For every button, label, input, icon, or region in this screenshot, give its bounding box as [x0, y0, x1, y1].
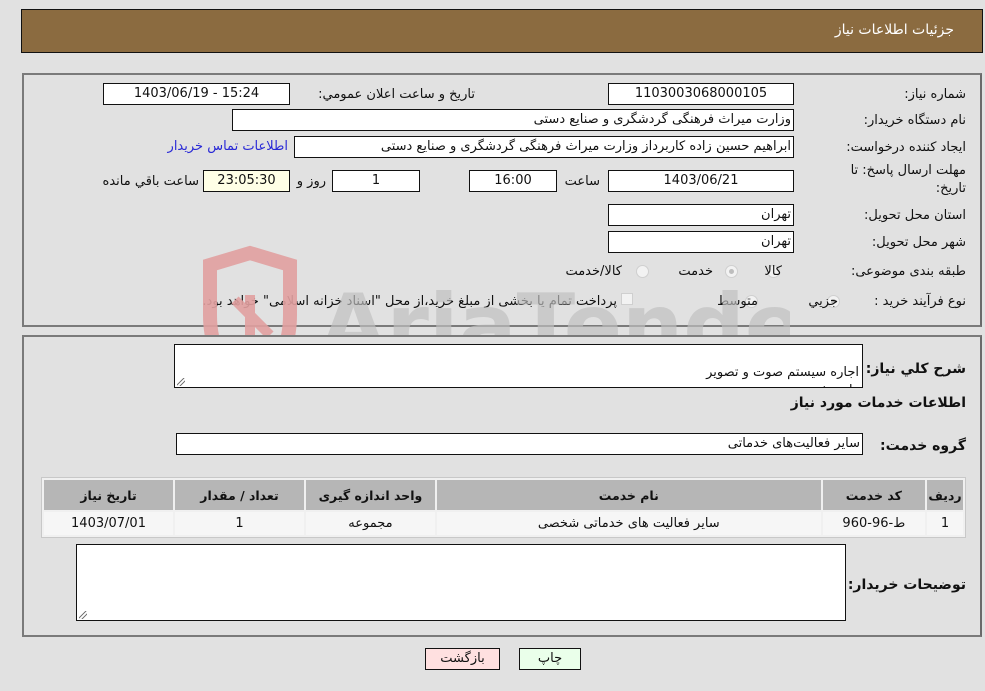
- treasury-note: پرداخت تمام یا بخشی از مبلغ خرید،از محل …: [202, 294, 617, 309]
- table-header-row: ردیف کد خدمت نام خدمت واحد اندازه گیری ت…: [44, 480, 963, 510]
- category-radio-service[interactable]: [725, 265, 738, 278]
- service-group-field: سایر فعالیت‌های خدماتی: [176, 433, 863, 455]
- buyer-org-field: وزارت میراث فرهنگی گردشگری و صنایع دستی: [232, 109, 794, 131]
- need-number-label: شماره نیاز:: [904, 87, 966, 102]
- deadline-time-field: 16:00: [469, 170, 557, 192]
- description-text: اجاره سیستم صوت و تصویر طبق شرح پیوست: [706, 365, 859, 387]
- days-label: روز و: [296, 174, 326, 189]
- time-remaining-label: ساعت باقي مانده: [102, 174, 199, 189]
- description-textarea[interactable]: اجاره سیستم صوت و تصویر طبق شرح پیوست: [174, 344, 863, 388]
- deadline-time-label: ساعت: [564, 174, 600, 189]
- province-field: تهران: [608, 204, 794, 226]
- cell-unit: مجموعه: [305, 512, 435, 535]
- treasury-checkbox[interactable]: [621, 293, 633, 305]
- services-table: ردیف کد خدمت نام خدمت واحد اندازه گیری ت…: [41, 477, 966, 538]
- col-quantity: تعداد / مقدار: [175, 480, 304, 510]
- category-option-service: خدمت: [678, 264, 713, 279]
- buyer-notes-textarea[interactable]: [76, 544, 846, 621]
- purchase-type-label: نوع فرآیند خرید :: [874, 294, 966, 309]
- province-label: استان محل تحویل:: [864, 208, 966, 223]
- category-option-goods-service: کالا/خدمت: [565, 264, 622, 279]
- cell-service-code: ط-96-960: [822, 512, 925, 535]
- cell-row-number: 1: [926, 512, 963, 535]
- category-radio-goods-service[interactable]: [636, 265, 649, 278]
- col-unit: واحد اندازه گیری: [305, 480, 435, 510]
- purchase-option-minor: جزيي: [808, 294, 838, 309]
- days-remaining-field: 1: [332, 170, 420, 192]
- back-button[interactable]: بازگشت: [425, 648, 500, 670]
- col-row-number: ردیف: [926, 480, 963, 510]
- need-details-panel: شرح كلي نياز: اجاره سیستم صوت و تصویر طب…: [22, 335, 982, 637]
- description-label: شرح كلي نياز:: [865, 361, 966, 377]
- category-label: طبقه بندی موضوعی:: [850, 264, 966, 279]
- print-button[interactable]: چاپ: [519, 648, 581, 670]
- need-info-panel: شماره نیاز: 1103003068000105 تاريخ و ساع…: [22, 73, 982, 327]
- page-title: جزئیات اطلاعات نیاز: [834, 22, 954, 38]
- buyer-contact-link[interactable]: اطلاعات تماس خریدار: [168, 139, 288, 154]
- purchase-option-medium: متوسط: [717, 294, 758, 309]
- cell-service-name: سایر فعالیت های خدماتی شخصی: [436, 512, 821, 535]
- deadline-date-field: 1403/06/21: [608, 170, 794, 192]
- buyer-notes-label: توضیحات خریدار:: [847, 577, 966, 593]
- cell-need-date: 1403/07/01: [44, 512, 174, 535]
- category-option-goods: کالا: [764, 264, 782, 279]
- requester-field: ابراهیم حسین زاده کاربرداز وزارت میراث ف…: [294, 136, 794, 158]
- services-heading: اطلاعات خدمات مورد نياز: [790, 395, 966, 411]
- table-row: 1 ط-96-960 سایر فعالیت های خدماتی شخصی م…: [44, 512, 963, 535]
- deadline-label-line1: مهلت ارسال پاسخ: تا: [850, 163, 966, 178]
- city-field: تهران: [608, 231, 794, 253]
- resize-grip-icon[interactable]: [79, 611, 87, 619]
- need-number-field: 1103003068000105: [608, 83, 794, 105]
- page-header: جزئیات اطلاعات نیاز: [21, 9, 983, 53]
- announce-datetime-field: 1403/06/19 - 15:24: [103, 83, 290, 105]
- resize-grip-icon[interactable]: [177, 378, 185, 386]
- deadline-label-line2: تاریخ:: [935, 181, 966, 196]
- announce-datetime-label: تاريخ و ساعت اعلان عمومي:: [318, 87, 475, 102]
- city-label: شهر محل تحویل:: [871, 235, 966, 250]
- col-service-name: نام خدمت: [436, 480, 821, 510]
- col-service-code: کد خدمت: [822, 480, 925, 510]
- time-remaining-field: 23:05:30: [203, 170, 290, 192]
- col-need-date: تاریخ نیاز: [44, 480, 174, 510]
- service-group-label: گروه خدمت:: [880, 438, 966, 454]
- requester-label: ایجاد کننده درخواست:: [846, 140, 966, 155]
- buyer-org-label: نام دستگاه خریدار:: [863, 113, 966, 128]
- cell-quantity: 1: [175, 512, 304, 535]
